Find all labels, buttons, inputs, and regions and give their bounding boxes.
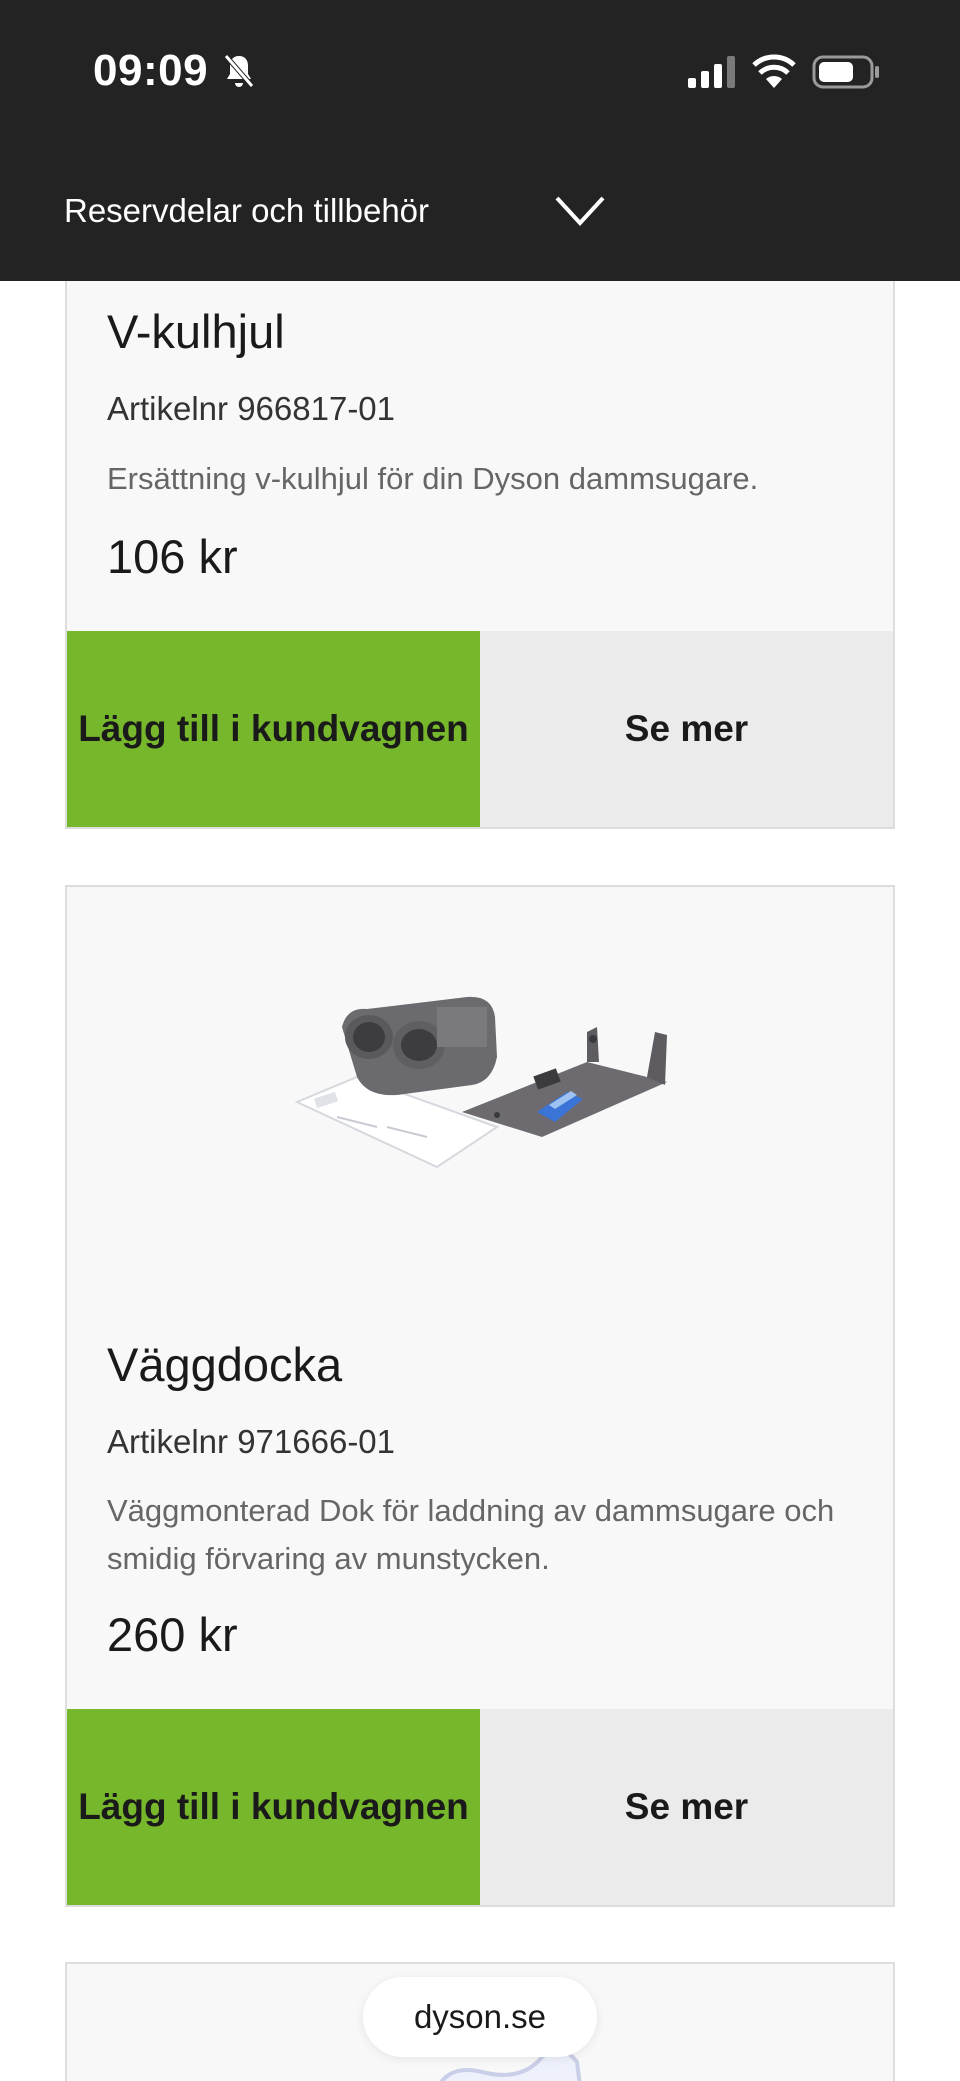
product-card: Väggdocka Artikelnr 971666-01 Väggmonter…	[65, 885, 895, 1907]
see-more-button[interactable]: Se mer	[480, 1709, 893, 1905]
add-to-cart-button[interactable]: Lägg till i kundvagnen	[67, 631, 480, 827]
product-description: Ersättning v-kulhjul för din Dyson damms…	[107, 461, 759, 496]
wifi-icon	[752, 54, 796, 88]
product-price: 260 kr	[107, 1608, 238, 1661]
product-actions: Lägg till i kundvagnen Se mer	[67, 1709, 893, 1905]
battery-icon	[812, 55, 879, 89]
product-actions: Lägg till i kundvagnen Se mer	[67, 631, 893, 827]
product-title[interactable]: Väggdocka	[107, 1337, 342, 1392]
browser-url-bar[interactable]: dyson.se	[363, 1977, 597, 2057]
status-time: 09:09	[93, 46, 209, 95]
article-number: Artikelnr 971666-01	[107, 1423, 396, 1460]
app-header: 09:09 Reservdelar och tillbehör	[0, 0, 960, 281]
product-description: Väggmonterad Dok för laddning av dammsug…	[107, 1493, 835, 1576]
see-more-button[interactable]: Se mer	[480, 631, 893, 827]
silent-bell-icon	[224, 54, 254, 88]
product-price: 106 kr	[107, 530, 238, 583]
article-number: Artikelnr 966817-01	[107, 390, 396, 427]
add-to-cart-button[interactable]: Lägg till i kundvagnen	[67, 1709, 480, 1905]
wall-dock-product-image[interactable]	[287, 977, 687, 1217]
product-title[interactable]: V-kulhjul	[107, 304, 285, 359]
chevron-down-icon[interactable]	[554, 194, 606, 228]
product-card: V-kulhjul Artikelnr 966817-01 Ersättning…	[65, 281, 895, 829]
cellular-signal-icon	[688, 56, 735, 88]
category-dropdown-label[interactable]: Reservdelar och tillbehör	[64, 192, 429, 230]
